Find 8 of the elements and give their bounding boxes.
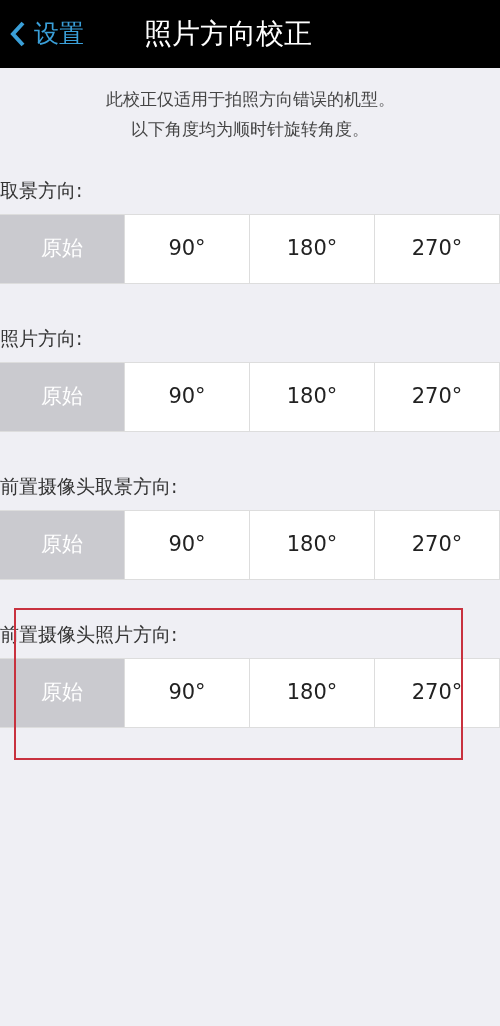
back-button[interactable]: 设置: [0, 15, 84, 53]
back-icon: [10, 21, 26, 47]
page-title: 照片方向校正: [144, 16, 312, 52]
section-label: 前置摄像头取景方向:: [0, 475, 178, 497]
section-label: 照片方向:: [0, 327, 83, 349]
info-text: 此校正仅适用于拍照方向错误的机型。: [105, 89, 395, 109]
section-label: 取景方向:: [0, 179, 83, 201]
info-text: 以下角度均为顺时针旋转角度。: [131, 119, 369, 139]
